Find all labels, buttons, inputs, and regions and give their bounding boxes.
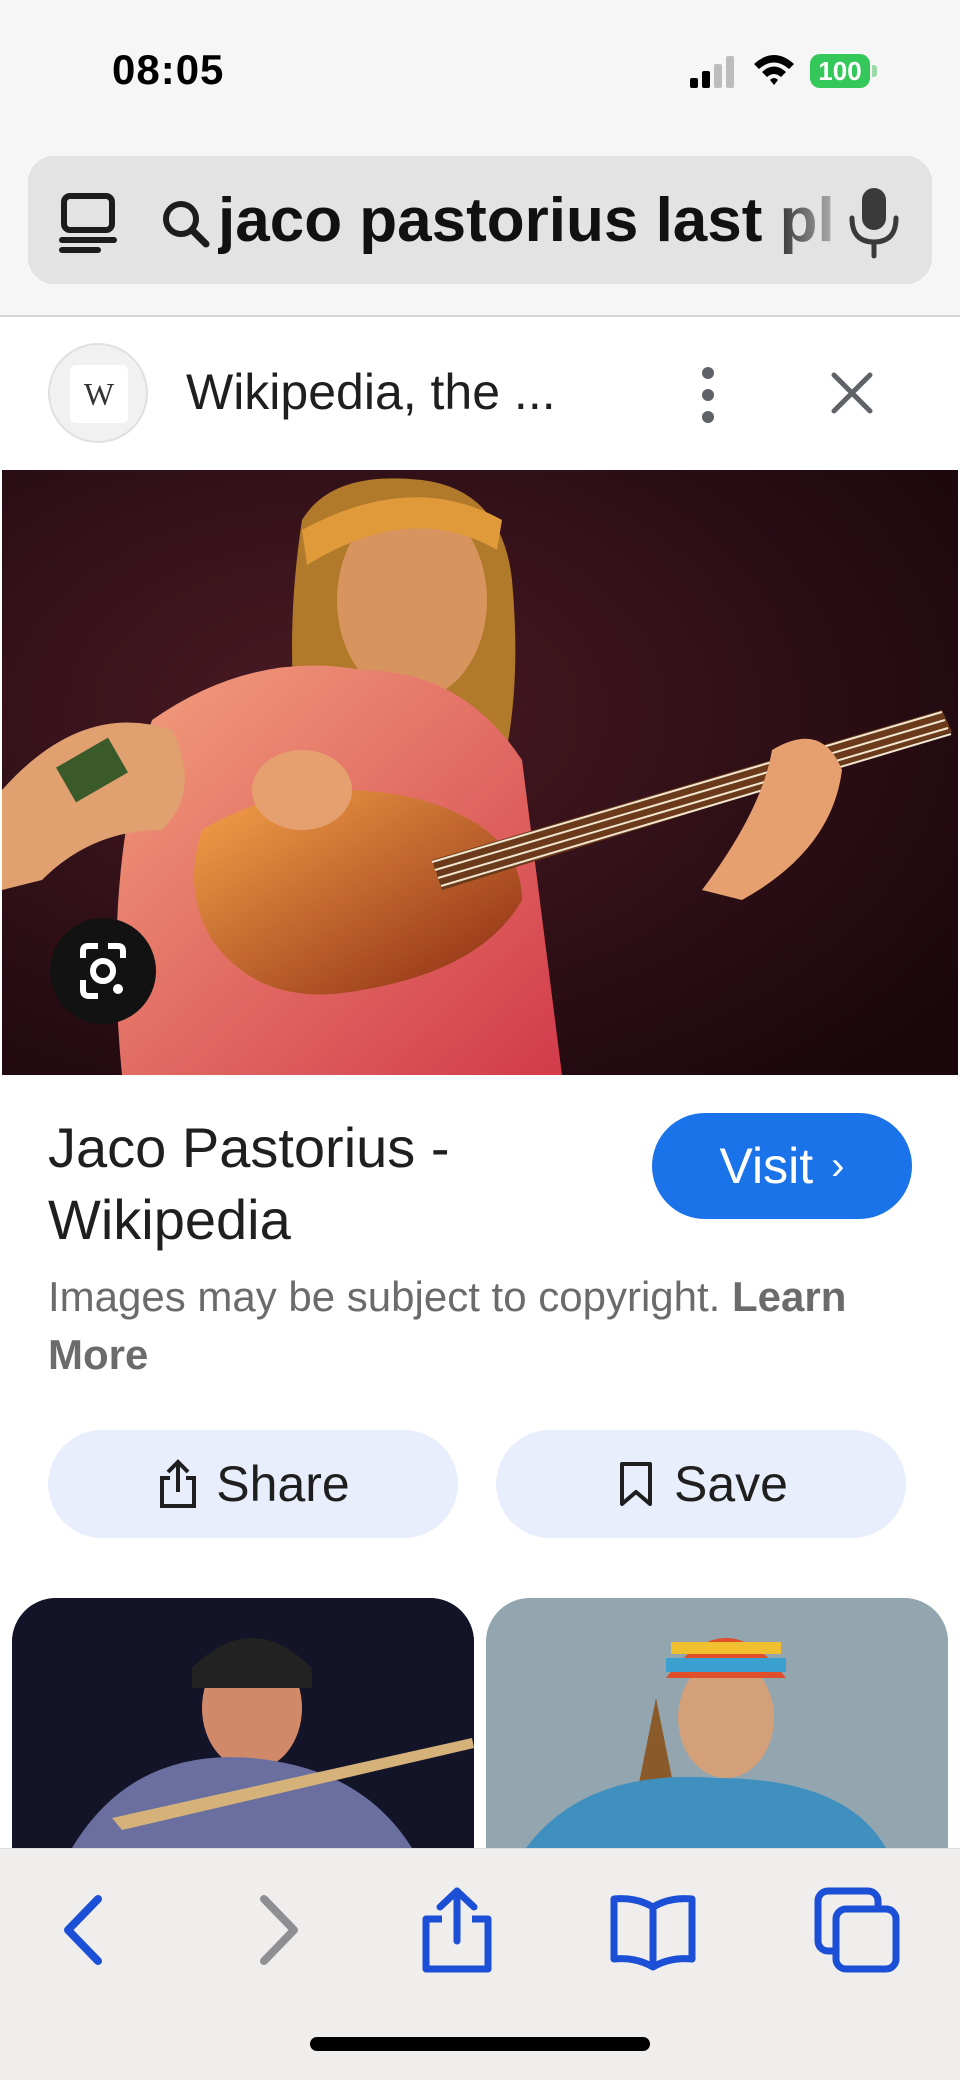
browser-address-area: jaco pastorius last pl [0, 140, 960, 317]
google-lens-button[interactable] [50, 918, 156, 1024]
tab-overview-icon[interactable] [58, 192, 118, 254]
share-label: Share [216, 1456, 350, 1512]
status-bar: 08:05 100 [0, 0, 960, 140]
search-query-text[interactable]: jaco pastorius last pl [218, 184, 858, 258]
result-title[interactable]: Jaco Pastorius - Wikipedia [48, 1112, 608, 1256]
copyright-text: Images may be subject to copyright. [48, 1273, 721, 1320]
home-indicator [310, 2037, 650, 2051]
browser-toolbar [0, 1848, 960, 2080]
related-photo-2 [486, 1598, 948, 1848]
main-image[interactable] [2, 470, 958, 1075]
favicon-letter: W [70, 365, 128, 423]
related-image-1[interactable] [12, 1598, 474, 1848]
wifi-icon [754, 55, 794, 85]
close-icon[interactable] [828, 369, 876, 417]
related-image-2[interactable] [486, 1598, 948, 1848]
back-icon[interactable] [40, 1885, 130, 1975]
search-icon [163, 201, 210, 248]
microphone-icon[interactable] [846, 186, 902, 260]
status-time: 08:05 [112, 46, 225, 93]
forward-icon[interactable] [232, 1885, 322, 1975]
save-button[interactable]: Save [496, 1430, 906, 1538]
bookmark-icon [620, 1462, 653, 1506]
lens-icon [80, 943, 126, 999]
visit-button[interactable]: Visit › [652, 1113, 912, 1219]
copyright-notice: Images may be subject to copyright. Lear… [48, 1268, 928, 1384]
share-icon [160, 1459, 197, 1508]
more-options-icon[interactable] [690, 365, 726, 425]
battery-tip [872, 65, 877, 77]
address-bar[interactable]: jaco pastorius last pl [28, 156, 932, 284]
related-photo-1 [12, 1598, 474, 1848]
battery-indicator: 100 [810, 54, 880, 88]
visit-label: Visit [719, 1138, 814, 1194]
battery-level: 100 [810, 54, 870, 88]
save-label: Save [674, 1456, 788, 1512]
tabs-icon[interactable] [812, 1885, 902, 1975]
wikipedia-favicon: W [48, 343, 148, 443]
chevron-right-icon: › [831, 1143, 845, 1188]
source-header: W Wikipedia, the ... [0, 317, 960, 470]
bookmarks-icon[interactable] [608, 1885, 698, 1975]
share-button[interactable]: Share [48, 1430, 458, 1538]
cellular-signal-icon [690, 56, 734, 88]
share-icon[interactable] [412, 1885, 502, 1975]
source-title[interactable]: Wikipedia, the ... [186, 363, 556, 421]
